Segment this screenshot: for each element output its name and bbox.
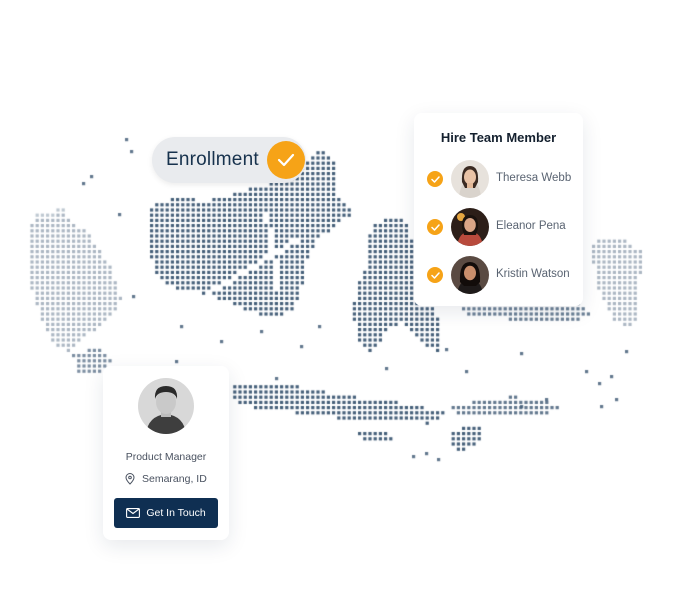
avatar [138, 378, 194, 434]
avatar [451, 256, 489, 294]
get-in-touch-button[interactable]: Get In Touch [114, 498, 218, 528]
check-icon [427, 171, 443, 187]
profile-location-text: Semarang, ID [142, 473, 207, 485]
profile-role: Product Manager [125, 451, 207, 463]
profile-card: Product Manager Semarang, ID Get In Touc… [103, 366, 229, 540]
check-icon [427, 267, 443, 283]
team-member-row[interactable]: Kristin Watson [414, 255, 583, 295]
team-member-row[interactable]: Theresa Webb [414, 159, 583, 199]
enrollment-label: Enrollment [166, 149, 259, 170]
team-member-name: Theresa Webb [496, 172, 572, 184]
get-in-touch-label: Get In Touch [146, 507, 206, 519]
check-icon [267, 141, 305, 179]
hire-team-title: Hire Team Member [440, 130, 557, 145]
avatar [451, 160, 489, 198]
team-member-name: Eleanor Pena [496, 220, 566, 232]
hire-team-card: Hire Team Member Theresa Webb Eleanor Pe… [414, 113, 583, 306]
map-pin-icon [125, 473, 135, 485]
avatar [451, 208, 489, 246]
mail-icon [126, 508, 141, 518]
profile-location: Semarang, ID [125, 472, 207, 486]
team-member-name: Kristin Watson [496, 268, 570, 280]
check-icon [427, 219, 443, 235]
team-member-row[interactable]: Eleanor Pena [414, 207, 583, 247]
